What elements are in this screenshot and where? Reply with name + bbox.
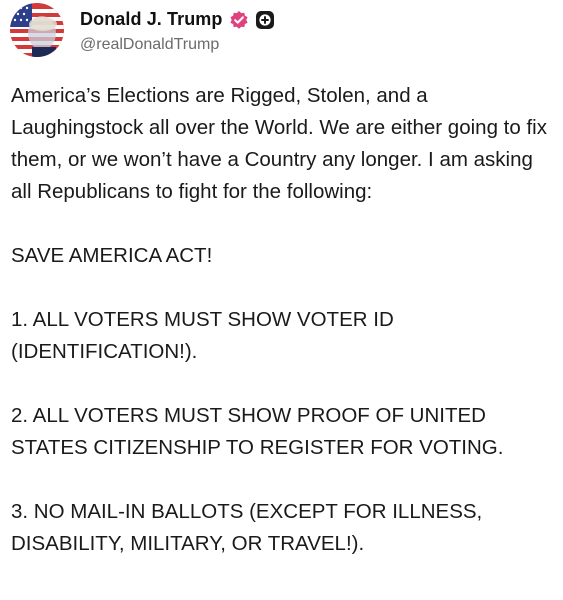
post-card: Donald J. Trump @realDonaldTrump America…: [0, 0, 563, 600]
post-paragraph-item-1: 1. ALL VOTERS MUST SHOW VOTER ID (IDENTI…: [11, 308, 400, 363]
avatar[interactable]: [10, 3, 64, 57]
author-identity: Donald J. Trump @realDonaldTrump: [80, 7, 275, 54]
post-paragraph-intro: America’s Elections are Rigged, Stolen, …: [11, 84, 553, 203]
affiliate-badge-icon[interactable]: [255, 10, 275, 30]
author-handle[interactable]: @realDonaldTrump: [80, 36, 275, 54]
verified-badge-icon[interactable]: [229, 10, 249, 30]
post-paragraph-item-2: 2. ALL VOTERS MUST SHOW PROOF OF UNITED …: [11, 404, 504, 459]
author-display-name[interactable]: Donald J. Trump: [80, 9, 223, 30]
name-row: Donald J. Trump: [80, 7, 275, 33]
post-paragraph-item-3: 3. NO MAIL-IN BALLOTS (EXCEPT FOR ILLNES…: [11, 500, 488, 555]
post-header: Donald J. Trump @realDonaldTrump: [10, 0, 275, 60]
post-body: America’s Elections are Rigged, Stolen, …: [11, 80, 556, 592]
avatar-image: [10, 3, 64, 57]
post-paragraph-heading: SAVE AMERICA ACT!: [11, 244, 213, 267]
